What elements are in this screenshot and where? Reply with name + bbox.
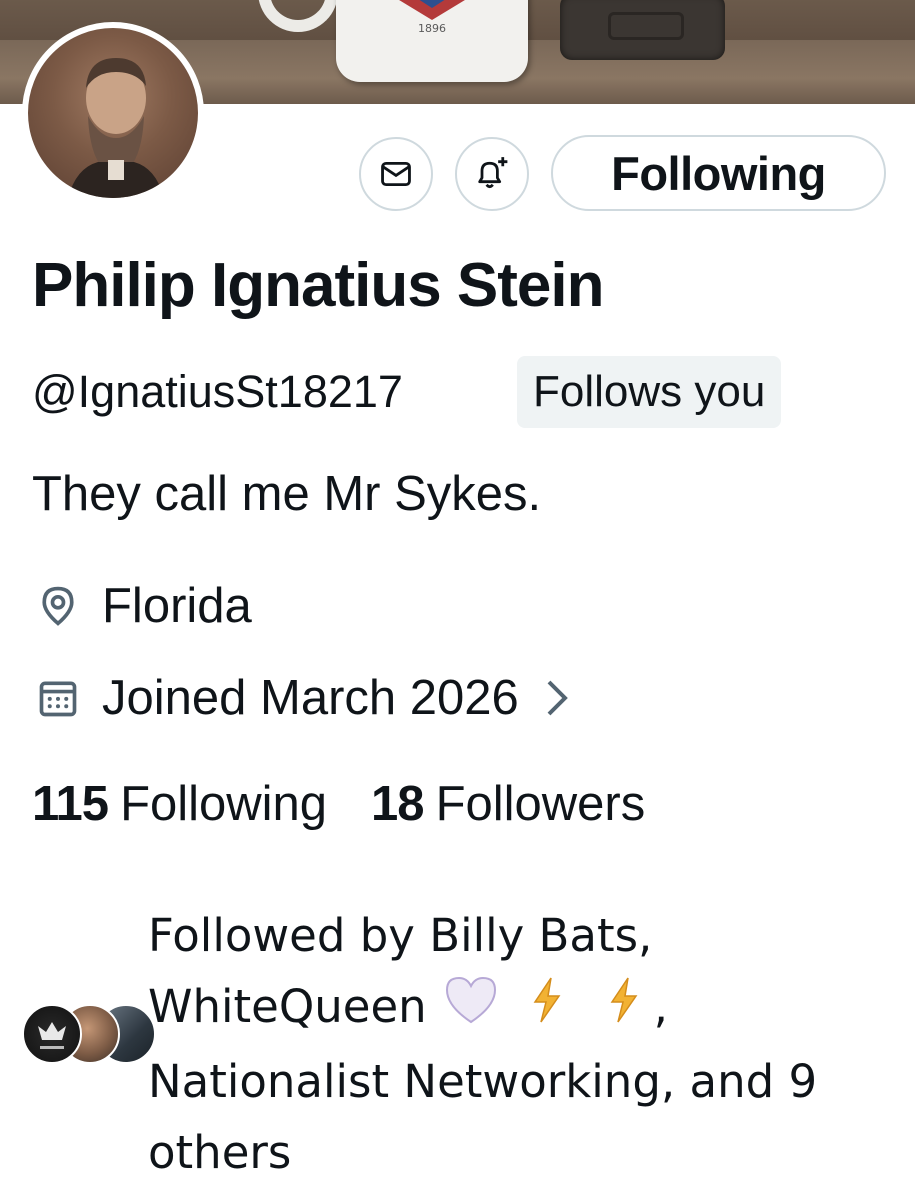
profile-name: Philip Ignatius Stein — [32, 251, 604, 320]
following-button[interactable]: Following — [551, 135, 886, 211]
mutual-suffix: , — [653, 980, 668, 1033]
banner-mug-year: 1896 — [418, 22, 446, 35]
white-heart-icon — [441, 974, 501, 1046]
followers-count: 18 — [371, 777, 425, 831]
following-count: 115 — [32, 777, 109, 831]
joined-text: Joined March 2026 — [102, 671, 519, 725]
following-label: Following — [120, 777, 328, 831]
mutual-avatars — [22, 1004, 156, 1066]
chevron-right-icon[interactable] — [545, 678, 569, 718]
followers-stat[interactable]: 18 Followers — [371, 776, 645, 832]
lightning-icon — [592, 974, 654, 1046]
location-text: Florida — [102, 579, 252, 633]
bell-plus-icon — [478, 157, 508, 189]
calendar-icon — [32, 672, 84, 724]
banner-device — [560, 0, 725, 60]
message-button[interactable] — [359, 137, 433, 211]
followers-label: Followers — [435, 777, 646, 831]
profile-handle: @IgnatiusSt18217 — [32, 366, 403, 417]
mail-icon — [381, 161, 411, 187]
mutual-line: Followed by Billy Bats, — [148, 909, 653, 962]
following-stat[interactable]: 115 Following — [32, 776, 327, 832]
mutual-avatar — [22, 1004, 82, 1064]
mutual-line: WhiteQueen , — [148, 971, 908, 1046]
follows-you-badge: Follows you — [517, 356, 782, 428]
banner-mug-handle — [258, 0, 338, 32]
mutual-line: Nationalist Networking, and 9 — [148, 1055, 818, 1108]
avatar-portrait — [68, 58, 164, 198]
profile-bio: They call me Mr Sykes. — [32, 467, 542, 521]
profile-joined[interactable]: Joined March 2026 — [32, 670, 569, 726]
profile-stats: 115 Following 18 Followers — [32, 776, 645, 832]
mutual-line: others — [148, 1126, 292, 1179]
mutual-name: WhiteQueen — [148, 980, 427, 1033]
notifications-button[interactable] — [455, 137, 529, 211]
profile-location: Florida — [32, 578, 252, 634]
mutual-followers-text: Followed by Billy Bats, WhiteQueen , Nat… — [148, 900, 908, 1188]
profile-avatar[interactable] — [22, 22, 204, 204]
location-pin-icon — [32, 580, 84, 632]
lightning-icon — [515, 974, 577, 1046]
